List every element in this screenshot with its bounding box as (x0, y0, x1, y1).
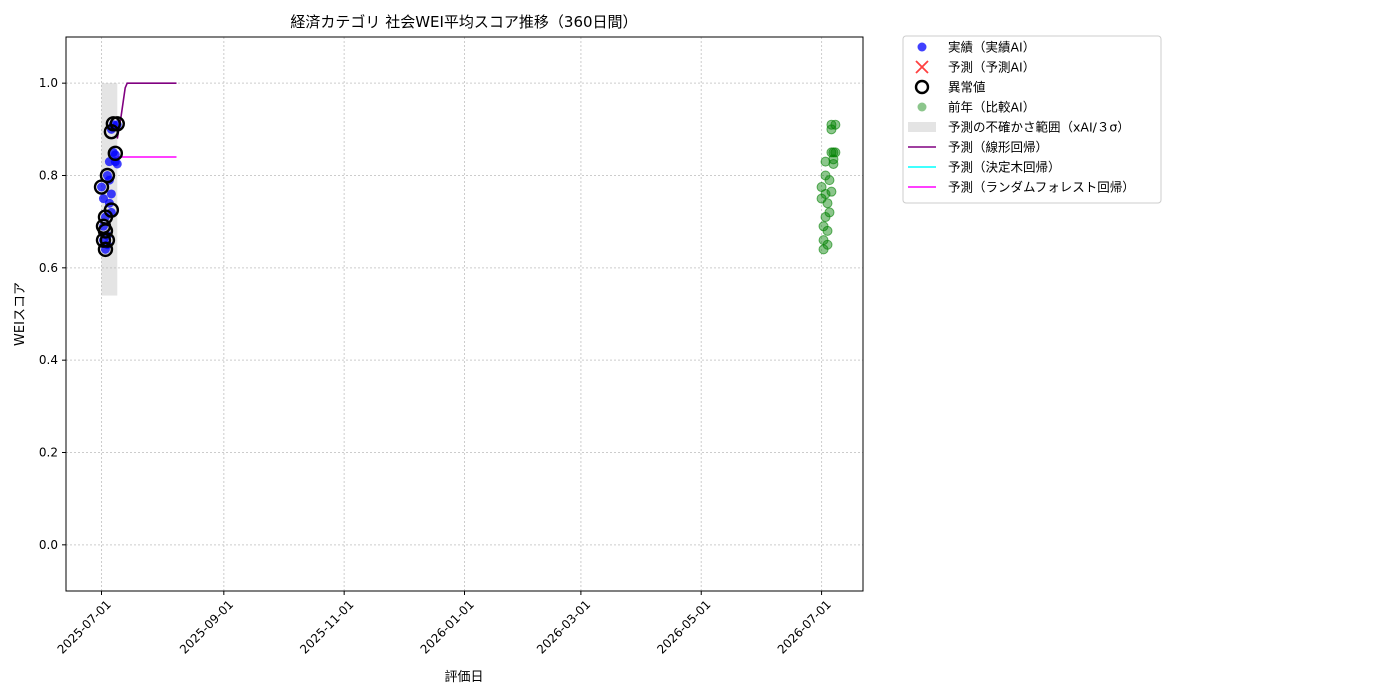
previous-year-point (824, 207, 835, 218)
chart-title: 経済カテゴリ 社会WEI平均スコア推移（360日間） (290, 13, 637, 31)
legend-label: 予測（予測AI） (948, 60, 1035, 75)
previous-year-point (830, 147, 841, 158)
legend: 実績（実績AI） 予測（予測AI） 異常値前年（比較AI） 予測の不確かさ範囲（xAI… (902, 35, 1162, 204)
previous-year-point (824, 175, 835, 186)
previous-year-point (822, 198, 833, 209)
legend-label: 実績（実績AI） (948, 40, 1035, 55)
legend-label: 予測（線形回帰） (948, 140, 1048, 155)
y-axis-label: WEIスコア (13, 282, 28, 346)
y-tick-label: 0.6 (39, 261, 58, 275)
previous-year-point (826, 186, 837, 197)
legend-dot-icon (917, 42, 927, 52)
y-tick-label: 0.4 (39, 353, 58, 367)
previous-year-point (822, 225, 833, 236)
legend-label: 予測の不確かさ範囲（xAI/３σ） (948, 120, 1130, 135)
legend-dot-icon (917, 102, 927, 112)
y-tick-label: 0.8 (39, 169, 58, 183)
legend-label: 予測（ランダムフォレスト回帰） (948, 180, 1135, 195)
y-axis-ticks: 0.0 0.2 0.4 0.6 0.8 1.0 (39, 76, 66, 552)
y-tick-label: 0.2 (39, 446, 58, 460)
forecast-line (116, 82, 177, 139)
x-tick-label: 2026-01-01 (418, 597, 477, 656)
previous-year-point (822, 239, 833, 250)
x-tick-label: 2025-09-01 (177, 597, 236, 656)
legend-label: 前年（比較AI） (948, 100, 1035, 115)
y-tick-label: 1.0 (39, 76, 58, 90)
chart-svg: 経済カテゴリ 社会WEI平均スコア推移（360日間） 0.00.20.40.60… (13, 13, 1162, 685)
x-tick-label: 2025-07-01 (55, 597, 114, 656)
x-tick-label: 2025-11-01 (297, 597, 356, 656)
previous-year-point (830, 119, 841, 130)
actual-point (106, 189, 116, 199)
x-tick-label: 2026-05-01 (654, 597, 713, 656)
legend-label: 異常値 (948, 80, 986, 95)
x-tick-label: 2026-03-01 (534, 597, 593, 656)
x-axis-ticks: 2025-07-01 2025-09-01 2025-11-01 2026-01-01… (55, 591, 834, 657)
x-tick-label: 2026-07-01 (775, 597, 834, 656)
actual-point (97, 182, 107, 192)
scatter-points-layer (93, 116, 841, 258)
legend-label: 予測（決定木回帰） (948, 160, 1061, 175)
grid-lines (66, 37, 863, 591)
x-axis-label: 評価日 (444, 670, 483, 685)
forecast-lines-layer (116, 82, 177, 158)
legend-band-icon (908, 122, 936, 132)
y-tick-label: 0.0 (39, 538, 58, 552)
